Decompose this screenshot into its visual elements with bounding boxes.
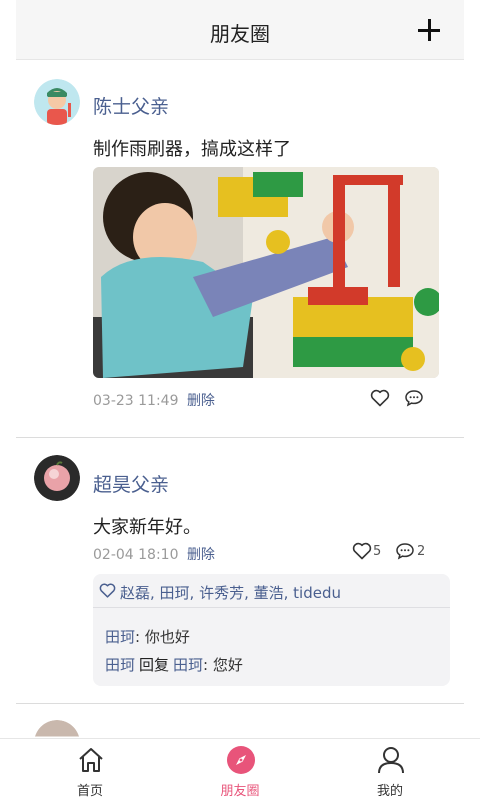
post-author[interactable]: 陈士父亲 (93, 92, 169, 119)
liker-names[interactable]: 赵磊, 田珂, 许秀芳, 董浩, tidedu (120, 582, 341, 603)
comment-item[interactable]: 田珂 回复 田珂: 您好 (105, 654, 243, 675)
tab-label: 首页 (76, 784, 103, 799)
divider (16, 703, 464, 704)
likes-comments-panel: 赵磊, 田珂, 许秀芳, 董浩, tidedu 田珂: 你也好 田珂 回复 田珂: … (93, 574, 450, 686)
comment-separator: : (135, 628, 141, 646)
post-time: 03-23 11:49 (93, 393, 179, 409)
post-text: 大家新年好。 (93, 517, 201, 538)
like-button[interactable] (370, 389, 392, 409)
reply-to[interactable]: 田珂 (173, 656, 203, 674)
tab-home[interactable]: 首页 (40, 739, 140, 800)
compass-icon (227, 746, 255, 774)
tab-moments[interactable]: 朋友圈 (190, 739, 290, 800)
post-card: 陈士父亲 制作雨刷器，搞成这样了 03-23 11:49 删除 (0, 0, 480, 440)
comment-text: 您好 (212, 656, 243, 674)
bottom-tab-bar: 首页 朋友圈 我的 (0, 738, 480, 800)
reply-word: 回复 (139, 656, 170, 674)
comment-count: 2 (417, 544, 426, 559)
tab-label: 朋友圈 (220, 784, 260, 799)
heart-icon (99, 583, 116, 598)
post-author[interactable]: 超昊父亲 (93, 470, 169, 497)
post-meta: 03-23 11:49 删除 (93, 390, 215, 410)
post-photo[interactable] (93, 167, 439, 378)
comment-author[interactable]: 田珂 (105, 656, 135, 674)
tab-label: 我的 (376, 784, 403, 799)
user-icon (378, 747, 404, 774)
delete-button[interactable]: 删除 (187, 393, 215, 409)
post-text: 制作雨刷器，搞成这样了 (93, 139, 291, 160)
avatar[interactable] (34, 79, 80, 125)
comment-button[interactable] (404, 389, 426, 409)
divider (16, 437, 464, 438)
heart-icon (352, 542, 372, 560)
comment-icon (405, 390, 423, 407)
like-count: 5 (373, 544, 382, 559)
post-meta: 02-04 18:10 删除 (93, 544, 215, 564)
comment-item[interactable]: 田珂: 你也好 (105, 626, 190, 647)
tab-me[interactable]: 我的 (340, 739, 440, 800)
comment-icon (396, 543, 414, 560)
comment-author[interactable]: 田珂 (105, 628, 135, 646)
post-time: 02-04 18:10 (93, 547, 179, 563)
delete-button[interactable]: 删除 (187, 547, 215, 563)
likes-row: 赵磊, 田珂, 许秀芳, 董浩, tidedu (93, 574, 450, 608)
heart-icon (370, 389, 390, 407)
comment-separator: : (203, 656, 209, 674)
home-icon (79, 748, 103, 772)
comment-text: 你也好 (144, 628, 190, 646)
avatar[interactable] (34, 455, 80, 501)
